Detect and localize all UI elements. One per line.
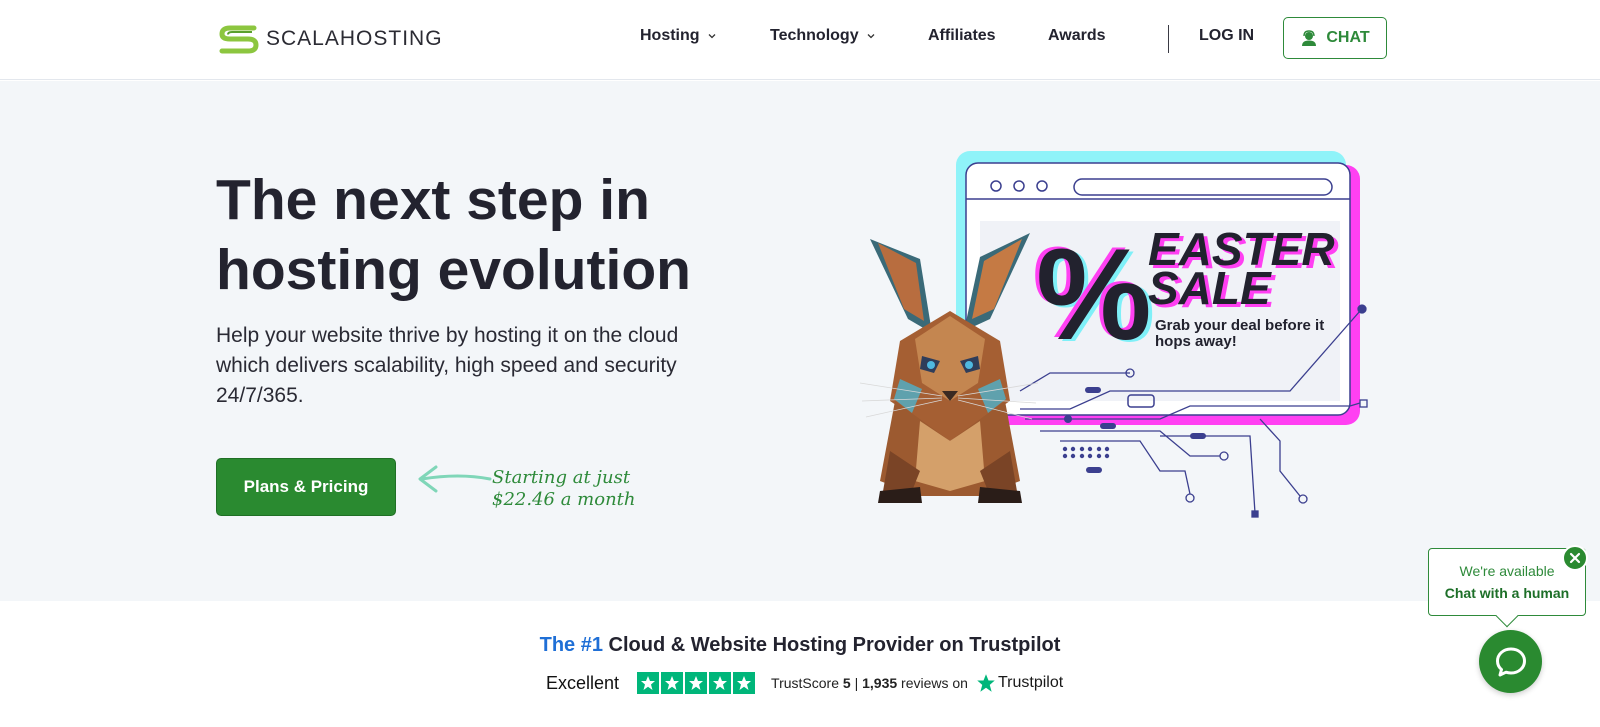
plans-pricing-button[interactable]: Plans & Pricing (216, 458, 396, 516)
star-icon (709, 672, 732, 694)
hero-title: The next step in hosting evolution (216, 165, 736, 305)
svg-text:SALE: SALE (1148, 262, 1272, 314)
trustpilot-widget[interactable]: Excellent TrustScore 5 | 1,935 reviews o… (546, 670, 1063, 696)
chat-popup-close-button[interactable] (1562, 545, 1588, 571)
nav-technology-label: Technology (770, 27, 859, 44)
hero-title-line-1: The next step in (216, 168, 650, 232)
trustpilot-heading-rest: Cloud & Website Hosting Provider on Trus… (602, 634, 1061, 656)
svg-text:hops away!: hops away! (1155, 333, 1237, 350)
star-icon (661, 672, 684, 694)
support-agent-icon (1302, 30, 1317, 46)
trustscore-value: 5 (842, 675, 851, 691)
nav-awards-label: Awards (1048, 27, 1106, 44)
starting-price-line-1: Starting at just (492, 467, 631, 488)
site-header: SCALAHOSTING Hosting Technology Affiliat… (0, 0, 1600, 80)
chevron-down-icon (708, 34, 716, 39)
chat-popup-line-2: Chat with a human (1444, 585, 1570, 601)
chat-button[interactable]: CHAT (1283, 17, 1387, 59)
hero-subtitle: Help your website thrive by hosting it o… (216, 324, 679, 407)
trustpilot-logo[interactable]: Trustpilot (976, 673, 1063, 693)
star-icon (637, 672, 660, 694)
hero-title-line-2: hosting evolution (216, 238, 691, 302)
logo-text: SCALAHOSTING (266, 27, 443, 50)
trustscore-text: TrustScore 5 | 1,935 reviews on (771, 675, 968, 691)
login-link[interactable]: LOG IN (1199, 27, 1254, 45)
star-icon (685, 672, 708, 694)
logo[interactable]: SCALAHOSTING (218, 22, 443, 56)
chat-button-label: CHAT (1326, 29, 1370, 46)
easter-sale-illustration: % % % EASTER EASTER SALE SALE Grab your … (860, 151, 1368, 518)
star-icon (733, 672, 756, 694)
trustpilot-star-icon (977, 674, 995, 692)
reviews-suffix: reviews on (901, 675, 968, 691)
svg-text:%: % (1036, 221, 1152, 367)
nav-affiliates-label: Affiliates (928, 27, 996, 44)
nav-technology[interactable]: Technology (770, 27, 876, 45)
chat-popup-line-1: We're available (1459, 563, 1555, 579)
trustpilot-heading: The #1 Cloud & Website Hosting Provider … (0, 634, 1600, 657)
nav-affiliates[interactable]: Affiliates (928, 27, 996, 45)
hero-section: The next step in hosting evolution Help … (0, 81, 1600, 601)
trustpilot-stars (637, 672, 756, 694)
scala-logo-icon (219, 25, 259, 54)
chat-bubble-icon (1495, 647, 1526, 676)
nav-hosting[interactable]: Hosting (640, 27, 717, 45)
review-count: 1,935 (862, 675, 898, 691)
popup-tail (1495, 604, 1519, 628)
trustpilot-name: Trustpilot (997, 674, 1064, 691)
trustscore-label: TrustScore (771, 675, 839, 691)
starting-price-note: Starting at just $22.46 a month (492, 467, 635, 511)
chat-launcher-button[interactable] (1479, 630, 1542, 693)
trustpilot-heading-highlight: The #1 (539, 634, 603, 656)
hand-drawn-arrow-icon (418, 465, 492, 493)
chevron-down-icon (867, 34, 875, 39)
close-icon (1569, 552, 1581, 564)
nav-divider (1168, 25, 1169, 53)
nav-hosting-label: Hosting (640, 27, 700, 44)
rating-word: Excellent (546, 672, 620, 693)
svg-text:Grab your deal before it: Grab your deal before it (1155, 317, 1324, 334)
nav-awards[interactable]: Awards (1048, 27, 1106, 45)
starting-price-line-2: $22.46 a month (492, 489, 636, 510)
